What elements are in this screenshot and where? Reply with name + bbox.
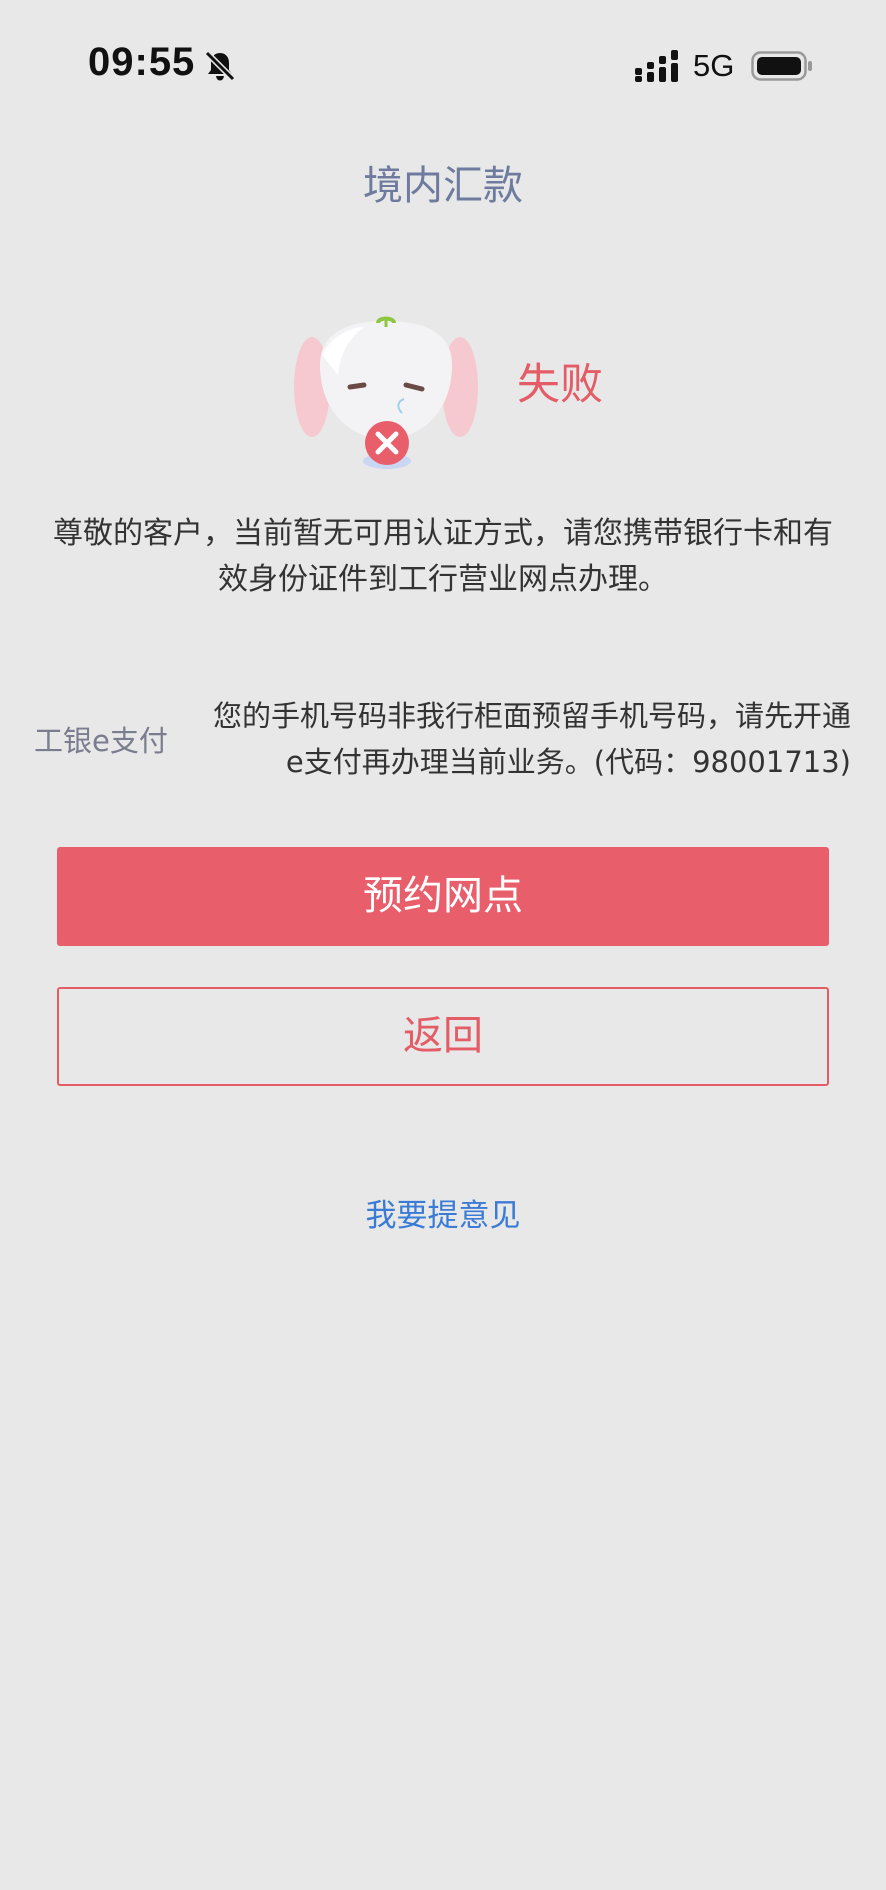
status-bar: 09:55 5G — [0, 0, 886, 130]
signal-icon — [635, 50, 679, 82]
battery-icon — [751, 51, 813, 81]
bell-muted-icon — [203, 49, 237, 83]
failure-message: 尊敬的客户，当前暂无可用认证方式，请您携带银行卡和有效身份证件到工行营业网点办理… — [53, 516, 833, 597]
network-type: 5G — [693, 48, 735, 83]
sad-elephant-icon — [292, 315, 480, 475]
result-status: 失败 — [517, 360, 603, 410]
detail-label: 工银e支付 — [34, 724, 168, 758]
status-time: 09:55 — [88, 40, 196, 84]
book-branch-button[interactable]: 预约网点 — [57, 847, 829, 946]
back-button[interactable]: 返回 — [57, 987, 829, 1086]
page-title: 境内汇款 — [363, 163, 523, 209]
feedback-link[interactable]: 我要提意见 — [0, 1190, 886, 1235]
detail-value: 您的手机号码非我行柜面预留手机号码，请先开通e支付再办理当前业务。(代码：980… — [212, 699, 851, 779]
